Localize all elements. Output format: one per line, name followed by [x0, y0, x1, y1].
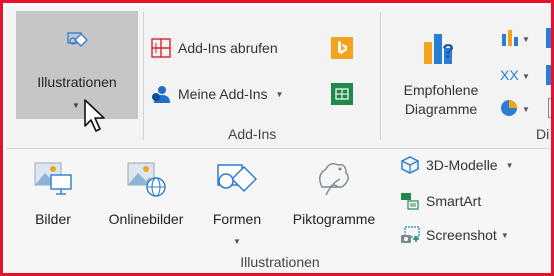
column-chart-icon[interactable]: ▼: [500, 28, 534, 53]
scatter-chart-icon[interactable]: XX ▼: [500, 65, 534, 90]
group-separator: [380, 12, 381, 140]
people-graph-icon[interactable]: [331, 83, 353, 105]
my-addins-button[interactable]: Meine Add-Ins ▼: [150, 80, 283, 108]
pie-chart-icon[interactable]: ▼: [500, 98, 534, 123]
smartart-label: SmartArt: [426, 193, 482, 209]
svg-text:▼: ▼: [522, 72, 530, 81]
smartart-button[interactable]: SmartArt: [400, 189, 481, 213]
addins-group-label: Add-Ins: [228, 126, 277, 142]
chevron-down-icon: ▼: [233, 237, 241, 246]
my-addins-label: Meine Add-Ins: [178, 86, 268, 102]
svg-text:XX: XX: [500, 67, 519, 83]
chevron-down-icon[interactable]: ▼: [501, 231, 509, 240]
icons-icon: [312, 157, 356, 204]
3d-models-icon: [400, 155, 420, 175]
3d-models-label: 3D-Modelle: [426, 157, 498, 173]
online-pictures-icon: [126, 157, 166, 204]
chart-edge-icon: [548, 98, 551, 118]
mouse-cursor-icon: [83, 98, 109, 139]
recommended-charts-icon: ?: [420, 28, 460, 73]
shapes-label: Formen: [212, 211, 262, 227]
3d-models-button[interactable]: 3D-Modelle ▼: [400, 153, 514, 177]
pictures-label: Bilder: [35, 211, 71, 227]
screenshot-frame: Illustrationen ▼ Add-Ins abrufen Meine A…: [0, 0, 554, 276]
illustrations-button[interactable]: Illustrationen ▼: [16, 11, 138, 119]
pictures-icon: [33, 157, 73, 204]
shapes-icon: [214, 157, 258, 204]
get-addins-label: Add-Ins abrufen: [178, 40, 278, 56]
screenshot-label: Screenshot: [426, 227, 497, 243]
chevron-down-icon[interactable]: ▼: [506, 161, 514, 170]
charts-group-label: Di: [536, 126, 550, 142]
illustrations-menu: Bilder Onlinebilder Formen ▼ Piktogramme…: [6, 149, 551, 273]
group-separator: [143, 12, 144, 140]
bing-icon[interactable]: [331, 37, 353, 59]
chart-edge-icon: [546, 28, 551, 48]
smartart-icon: [400, 191, 420, 211]
svg-text:▼: ▼: [522, 35, 530, 44]
online-pictures-label: Onlinebilder: [108, 211, 184, 227]
recommended-charts-label: Empfohlene Diagramme: [403, 82, 479, 117]
get-addins-button[interactable]: Add-Ins abrufen: [150, 34, 278, 62]
illustrations-group-label: Illustrationen: [240, 254, 320, 270]
svg-text:?: ?: [442, 41, 454, 63]
svg-text:▼: ▼: [522, 105, 530, 114]
chart-edge-icon: [546, 65, 551, 85]
chevron-down-icon: ▼: [72, 101, 80, 110]
recommended-charts-button[interactable]: ? Empfohlene Diagramme: [386, 28, 496, 128]
illustration-icon: [67, 31, 89, 54]
icons-label: Piktogramme: [292, 211, 376, 227]
my-addins-icon: [150, 83, 172, 105]
store-icon: [150, 37, 172, 59]
chevron-down-icon[interactable]: ▼: [276, 90, 284, 99]
screenshot-icon: [400, 225, 420, 245]
illustrations-label: Illustrationen: [37, 74, 117, 90]
screenshot-button[interactable]: Screenshot ▼: [400, 223, 509, 247]
ribbon: Illustrationen ▼ Add-Ins abrufen Meine A…: [6, 6, 551, 149]
